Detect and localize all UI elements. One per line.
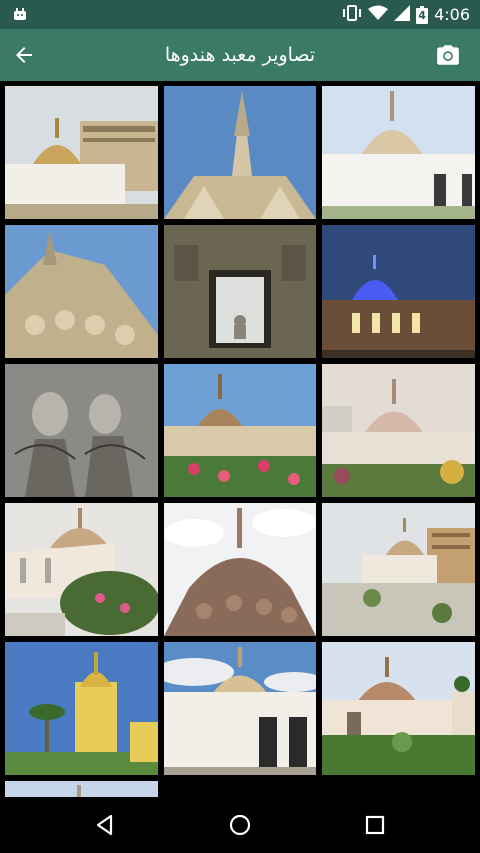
photo-tile-10[interactable] (5, 503, 158, 636)
status-bar: 4 4:06 (0, 0, 480, 29)
photo-grid (0, 81, 480, 797)
photo-tile-12[interactable] (322, 503, 475, 636)
battery-level: 4 (418, 8, 426, 22)
photo-tile-3[interactable] (322, 86, 475, 219)
arrow-back-icon[interactable] (8, 39, 40, 71)
navigation-bar (0, 797, 480, 853)
photo-tile-16[interactable] (5, 781, 158, 797)
photo-tile-11[interactable] (164, 503, 316, 636)
photo-tile-14[interactable] (164, 642, 316, 775)
photo-tile-9[interactable] (322, 364, 475, 497)
status-time: 4:06 (434, 5, 470, 24)
nav-recents-icon[interactable] (359, 809, 391, 841)
vibrate-icon (342, 4, 362, 25)
nav-home-icon[interactable] (224, 809, 256, 841)
wifi-icon (368, 5, 389, 25)
photo-tile-8[interactable] (164, 364, 316, 497)
page-title: تصاویر معبد هندوها (164, 44, 316, 66)
android-icon (12, 6, 28, 22)
photo-tile-2[interactable] (164, 86, 316, 219)
photo-tile-5[interactable] (164, 225, 316, 358)
photo-tile-15[interactable] (322, 642, 475, 775)
nav-back-icon[interactable] (89, 809, 121, 841)
app-bar: تصاویر معبد هندوها (0, 29, 480, 81)
photo-tile-1[interactable] (5, 86, 158, 219)
photo-tile-13[interactable] (5, 642, 158, 775)
battery-icon: 4 (416, 5, 429, 24)
photo-tile-6[interactable] (322, 225, 475, 358)
camera-icon[interactable] (432, 39, 464, 71)
signal-icon (394, 4, 411, 25)
photo-tile-4[interactable] (5, 225, 158, 358)
photo-tile-7[interactable] (5, 364, 158, 497)
